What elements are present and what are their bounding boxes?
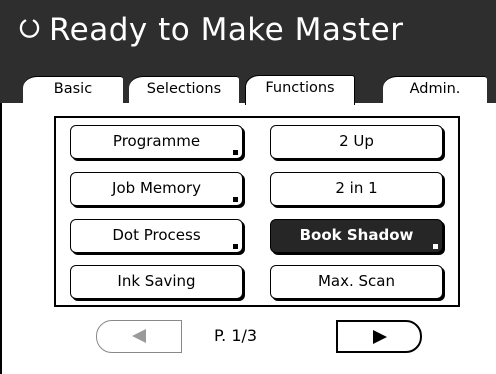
submenu-corner-icon: [233, 244, 238, 249]
job-memory-button[interactable]: Job Memory: [70, 172, 243, 206]
left-triangle-icon: [132, 329, 146, 343]
tab-functions[interactable]: Functions: [245, 75, 355, 105]
tab-label: Basic: [53, 81, 93, 97]
submenu-corner-icon: [233, 150, 238, 155]
tab-selections[interactable]: Selections: [129, 76, 239, 103]
button-label: Max. Scan: [317, 272, 395, 290]
tab-admin[interactable]: Admin.: [383, 76, 487, 103]
button-label: Job Memory: [112, 179, 201, 197]
screen-border: [0, 103, 2, 374]
button-label: Programme: [112, 132, 201, 150]
button-label: Ink Saving: [117, 272, 196, 290]
right-triangle-icon: [373, 330, 387, 344]
tab-basic[interactable]: Basic: [23, 76, 123, 103]
button-label: 2 Up: [339, 132, 374, 150]
circle-refresh-icon: [19, 19, 40, 38]
dot-process-button[interactable]: Dot Process: [70, 219, 243, 253]
status-title: Ready to Make Master: [49, 12, 404, 48]
tab-label: Selections: [146, 81, 222, 97]
button-label: Dot Process: [112, 226, 201, 244]
tab-label: Admin.: [409, 81, 461, 97]
button-label: Book Shadow: [299, 226, 414, 244]
ink-saving-button[interactable]: Ink Saving: [70, 265, 243, 299]
book-shadow-button[interactable]: Book Shadow: [270, 219, 443, 253]
title-bar: Ready to Make Master Basic Selections Fu…: [0, 0, 496, 105]
button-label: 2 in 1: [335, 179, 378, 197]
page-indicator: P. 1/3: [214, 326, 258, 345]
previous-page-button[interactable]: [96, 320, 182, 353]
submenu-corner-icon: [433, 244, 438, 249]
two-up-button[interactable]: 2 Up: [270, 125, 443, 159]
next-page-button[interactable]: [336, 320, 422, 353]
max-scan-button[interactable]: Max. Scan: [270, 265, 443, 299]
submenu-corner-icon: [233, 197, 238, 202]
tab-label: Functions: [265, 80, 335, 96]
programme-button[interactable]: Programme: [70, 125, 243, 159]
two-in-one-button[interactable]: 2 in 1: [270, 172, 443, 206]
